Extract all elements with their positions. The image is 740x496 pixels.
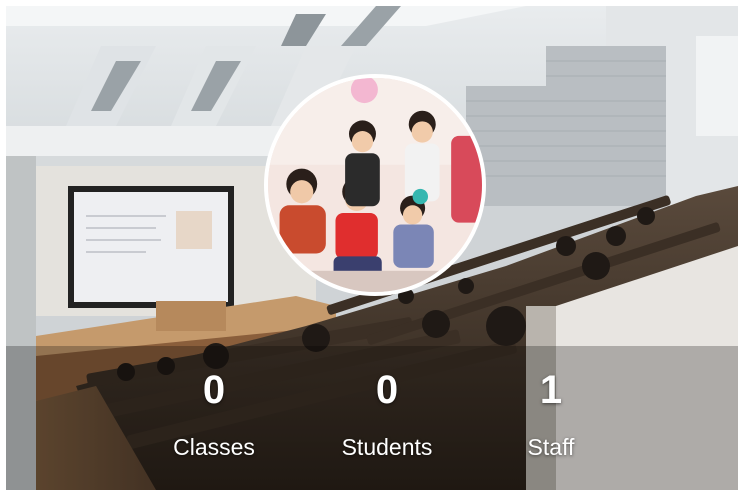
stat-students[interactable]: 0 Students: [312, 366, 462, 462]
stat-classes[interactable]: 0 Classes: [139, 366, 289, 462]
profile-header-card: 0 Classes 0 Students 1 Staff: [6, 6, 738, 490]
stat-value: 0: [202, 368, 226, 412]
stat-label: Staff: [527, 434, 575, 460]
children-photo: [268, 78, 482, 292]
stat-label: Students: [341, 434, 433, 460]
stat-staff[interactable]: 1 Staff: [476, 366, 626, 462]
stat-value: 1: [539, 368, 563, 412]
stat-label: Classes: [173, 434, 255, 460]
profile-avatar[interactable]: [264, 74, 486, 296]
stat-value: 0: [375, 368, 399, 412]
